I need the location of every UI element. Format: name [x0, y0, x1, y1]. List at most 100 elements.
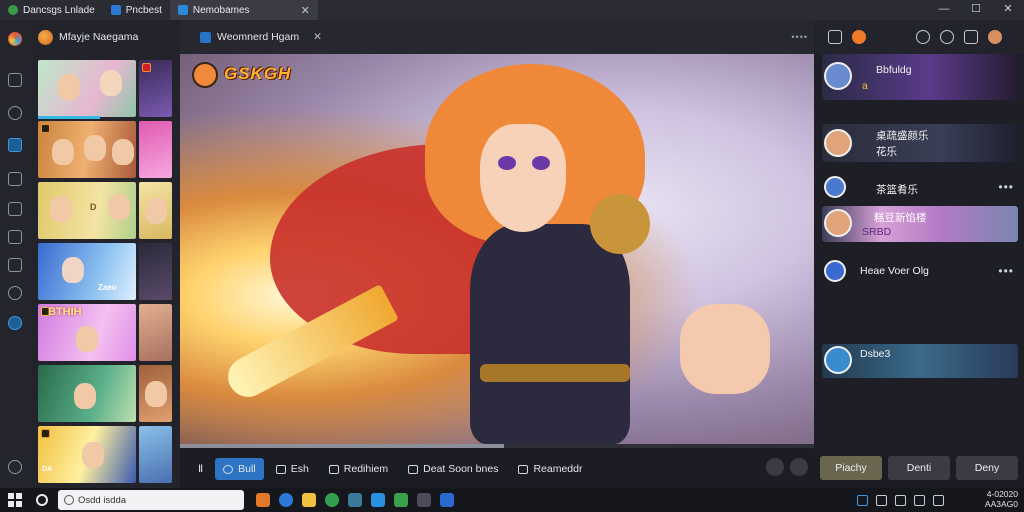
folder-icon[interactable] [8, 230, 22, 244]
thumbnail[interactable]: BTHIH [38, 304, 136, 361]
more-options-icon[interactable]: •••• [791, 32, 808, 42]
artwork-armor [590, 194, 650, 254]
browser-icon[interactable] [8, 138, 22, 152]
comment-button[interactable]: Reameddr [510, 458, 590, 480]
thumbnail[interactable] [139, 365, 172, 422]
history-icon[interactable] [8, 106, 22, 120]
app-icon[interactable] [440, 493, 454, 507]
capture-button[interactable]: Esh [268, 458, 317, 480]
thumbnail[interactable] [38, 60, 136, 117]
app-icon[interactable] [279, 493, 293, 507]
thumbnail[interactable] [139, 426, 172, 483]
bell-icon[interactable] [940, 30, 954, 44]
thumbnail[interactable] [139, 182, 172, 239]
notification-icon[interactable] [852, 30, 866, 44]
artwork-belt [480, 364, 630, 382]
redraw-label: Redihiem [343, 463, 389, 475]
close-window-button[interactable]: ✕ [992, 0, 1024, 20]
feed-card[interactable]: Bbfuldg a [822, 54, 1018, 100]
gear-icon[interactable] [964, 30, 978, 44]
thumbnail[interactable] [139, 304, 172, 361]
network-icon[interactable] [876, 494, 887, 506]
taskbar-clock[interactable]: 4-02020 AA3AG0 [985, 489, 1018, 509]
window-tab-3[interactable]: Nemobames ✕ [169, 0, 318, 20]
info-icon[interactable] [8, 460, 22, 474]
home-icon[interactable] [8, 73, 22, 87]
card-title: Bbfuldg [876, 64, 912, 76]
app-icon[interactable] [348, 493, 362, 507]
settings-icon[interactable] [766, 458, 784, 476]
thumbnail[interactable]: Zaeo [38, 243, 136, 300]
card-title: 茶篮肴乐 [876, 184, 918, 196]
card-subtitle: a [862, 80, 868, 92]
chevron-up-icon[interactable] [857, 494, 868, 506]
game-logo-text: GSKGH [224, 64, 292, 83]
thumbnail[interactable]: DA [38, 426, 136, 483]
moon-icon[interactable] [916, 30, 930, 44]
scroll-indicator[interactable] [38, 116, 100, 119]
app-icon[interactable] [417, 493, 431, 507]
feed-card-header[interactable]: 茶篮肴乐 ••• [822, 176, 1018, 200]
feed-card[interactable]: Dsbe3 [822, 344, 1018, 378]
app-icon[interactable] [371, 493, 385, 507]
left-rail [0, 20, 30, 488]
thumbnail[interactable] [38, 365, 136, 422]
close-tab-icon[interactable]: ✕ [301, 4, 310, 17]
document-icon[interactable] [8, 202, 22, 216]
edge-icon[interactable] [8, 316, 22, 330]
play-action-button[interactable]: Piachy [820, 456, 882, 480]
thumbnail[interactable] [139, 60, 172, 117]
app-icon[interactable] [394, 493, 408, 507]
right-panel-actions: Piachy Denti Deny [820, 456, 1018, 480]
thumbnail[interactable] [139, 121, 172, 178]
image-icon [328, 464, 339, 474]
taskbar-search-text: Osdd isdda [78, 494, 127, 506]
battery-icon[interactable] [914, 494, 925, 506]
character-face [82, 442, 104, 468]
redraw-button[interactable]: Redihiem [321, 458, 396, 480]
folder-icon[interactable] [302, 493, 316, 507]
play-button[interactable]: Bull [215, 458, 264, 480]
more-options-icon[interactable]: ••• [998, 264, 1014, 278]
window-tab-2[interactable]: Pncbest [103, 0, 170, 20]
deny-action-button[interactable]: Deny [956, 456, 1018, 480]
avatar[interactable] [988, 30, 1002, 44]
thumbnail[interactable] [139, 243, 172, 300]
volume-icon[interactable] [895, 494, 906, 506]
settings-icon[interactable] [8, 286, 22, 300]
character-face [112, 139, 134, 165]
feedback-button[interactable]: Deat Soon bnes [400, 458, 506, 480]
dent-action-button[interactable]: Denti [888, 456, 950, 480]
gallery-icon[interactable] [8, 172, 22, 186]
more-options-icon[interactable]: ••• [998, 180, 1014, 194]
minimize-button[interactable]: — [928, 0, 960, 20]
clock-line: 4-02020 [986, 489, 1018, 499]
app-icon[interactable] [256, 493, 270, 507]
feedback-label: Deat Soon bnes [423, 463, 499, 475]
image-icon[interactable] [8, 258, 22, 272]
thumbnail[interactable]: D [38, 182, 136, 239]
app-logo-icon[interactable] [8, 32, 22, 46]
taskbar-search-input[interactable]: Osdd isdda [58, 490, 244, 510]
feed-card[interactable]: 桌疏盛颜乐 花乐 [822, 124, 1018, 162]
search-icon[interactable] [36, 494, 48, 506]
window-tab-label: Nemobames [192, 4, 250, 16]
app-icon[interactable] [325, 493, 339, 507]
avatar [824, 260, 846, 282]
viewer-tab[interactable]: Weomnerd Hgam ✕ [180, 20, 332, 54]
feed-card-header[interactable]: Heae Voer Olg ••• [822, 260, 1018, 284]
grid-icon[interactable] [828, 30, 842, 44]
chat-icon [518, 464, 529, 474]
maximize-button[interactable]: ☐ [960, 0, 992, 20]
toolbar-right-actions [766, 458, 808, 476]
close-tab-icon[interactable]: ✕ [313, 31, 322, 43]
right-panel-header [814, 20, 1024, 54]
start-button[interactable] [8, 493, 22, 507]
feed-card[interactable]: 糕豆新馅楼 SRBD [822, 206, 1018, 242]
window-tab-1[interactable]: Dancsgs Lnlade [0, 0, 103, 20]
image-canvas[interactable]: GSKGH [180, 54, 814, 444]
keyboard-icon[interactable] [933, 494, 944, 506]
share-icon[interactable] [790, 458, 808, 476]
pause-button[interactable]: Ⅱ [190, 458, 211, 480]
thumbnail[interactable] [38, 121, 136, 178]
